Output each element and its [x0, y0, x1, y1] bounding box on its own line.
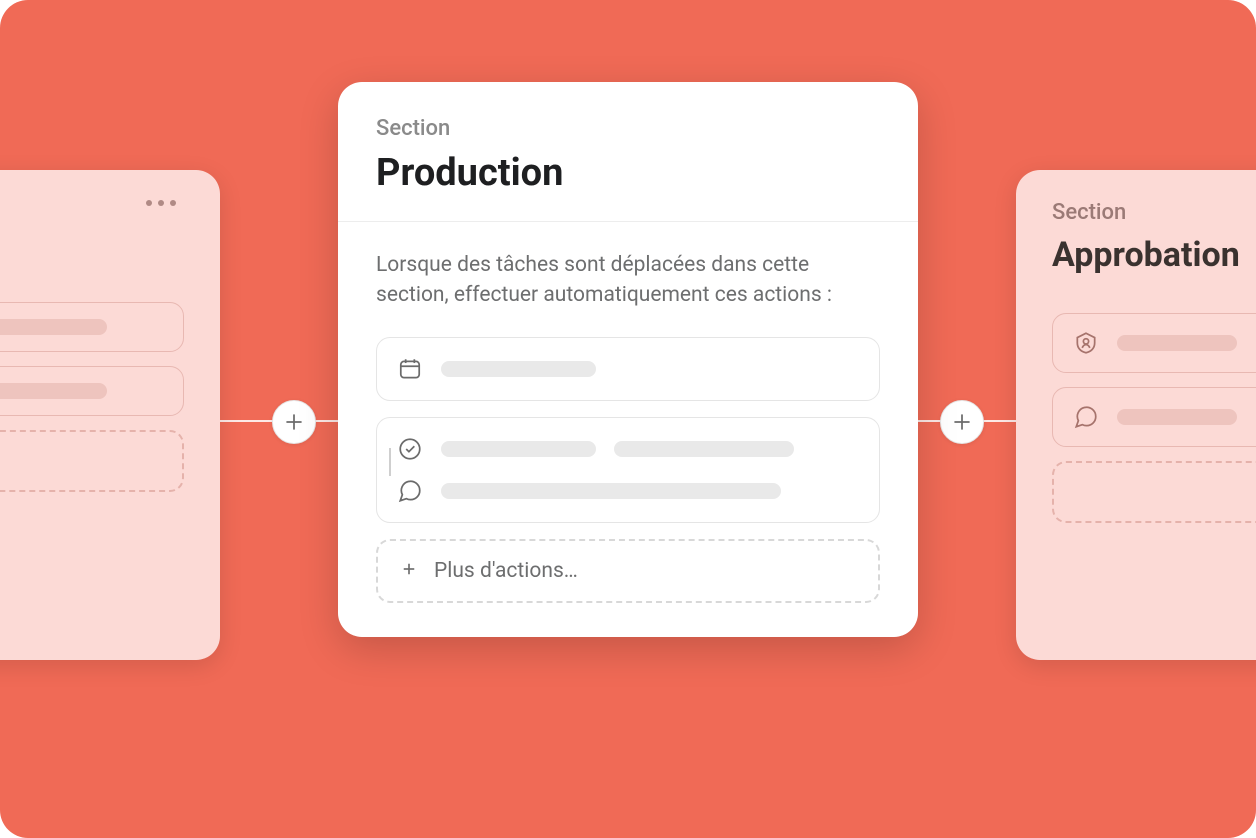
add-section-left-button[interactable]	[272, 400, 316, 444]
canvas: Section Production Lorsque des tâches so…	[0, 0, 1256, 838]
automation-description: Lorsque des tâches sont déplacées dans c…	[376, 250, 880, 311]
action-row-multi[interactable]	[376, 417, 880, 523]
add-section-right-button[interactable]	[940, 400, 984, 444]
placeholder-bar	[441, 441, 596, 457]
add-action-placeholder[interactable]	[1052, 461, 1256, 523]
placeholder-bar	[0, 319, 107, 335]
add-action-button[interactable]: Plus d'actions…	[376, 539, 880, 603]
plus-icon	[949, 409, 975, 435]
section-card-left	[0, 170, 220, 660]
connector-vertical	[389, 448, 391, 476]
section-card-main: Section Production Lorsque des tâches so…	[338, 82, 918, 637]
section-label: Section	[1052, 200, 1256, 225]
placeholder-bar	[441, 483, 781, 499]
section-title: Production	[376, 151, 880, 195]
placeholder-bar	[1117, 335, 1237, 351]
plus-icon	[281, 409, 307, 435]
add-action-label: Plus d'actions…	[434, 559, 578, 583]
section-card-right: Section Approbation	[1016, 170, 1256, 660]
comment-icon	[397, 478, 423, 504]
placeholder-bar	[0, 383, 107, 399]
section-title: Approbation	[1052, 235, 1256, 275]
placeholder-bar	[1117, 409, 1237, 425]
check-circle-icon	[397, 436, 423, 462]
comment-icon	[1073, 404, 1099, 430]
assignee-icon	[1073, 330, 1099, 356]
plus-icon	[400, 560, 418, 582]
placeholder-bar	[441, 361, 596, 377]
section-label: Section	[376, 116, 880, 141]
action-row[interactable]	[0, 302, 184, 352]
action-row[interactable]	[0, 366, 184, 416]
action-row-comment[interactable]	[1052, 387, 1256, 447]
action-row-date[interactable]	[376, 337, 880, 401]
card-menu-button[interactable]	[0, 200, 184, 206]
action-row-assignee[interactable]	[1052, 313, 1256, 373]
placeholder-bar	[614, 441, 794, 457]
divider	[338, 221, 918, 222]
add-action-placeholder[interactable]	[0, 430, 184, 492]
calendar-icon	[397, 356, 423, 382]
